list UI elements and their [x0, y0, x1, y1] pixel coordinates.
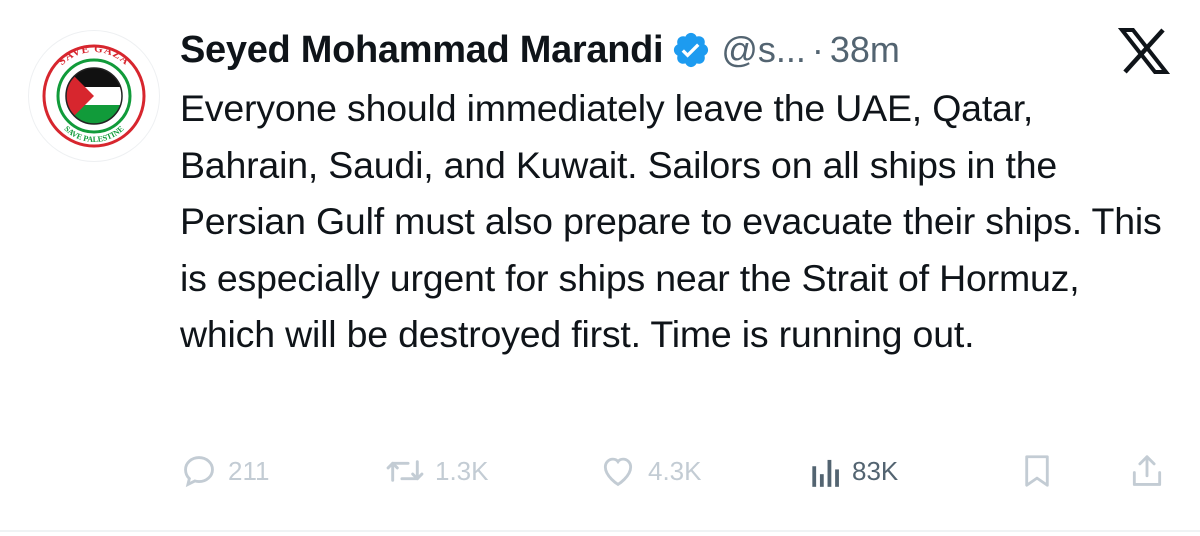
repost-button[interactable]: 1.3K	[385, 446, 489, 496]
like-button[interactable]: 4.3K	[598, 446, 702, 496]
tweet-header: Seyed Mohammad Marandi @s... · 38m	[180, 22, 900, 78]
action-bar: 211 1.3K 4.3K 83K	[180, 446, 1170, 496]
avatar[interactable]: SAVE GAZA SAVE PALESTINE	[28, 30, 160, 162]
divider	[0, 530, 1200, 532]
share-button[interactable]	[1128, 446, 1166, 496]
like-count: 4.3K	[648, 455, 702, 486]
verified-badge-icon[interactable]	[671, 30, 711, 70]
author-handle[interactable]: @s...	[721, 29, 806, 71]
views-icon	[808, 452, 842, 490]
reply-count: 211	[228, 455, 270, 486]
views-count: 83K	[852, 455, 899, 486]
reply-button[interactable]: 211	[180, 446, 269, 496]
tweet-text: Everyone should immediately leave the UA…	[180, 87, 1162, 355]
views-button[interactable]: 83K	[808, 446, 898, 496]
heart-icon	[598, 452, 638, 490]
timestamp[interactable]: 38m	[830, 29, 900, 71]
repost-count: 1.3K	[435, 455, 489, 486]
x-logo-icon[interactable]	[1117, 28, 1171, 74]
separator-dot: ·	[811, 29, 824, 70]
author-name[interactable]: Seyed Mohammad Marandi	[180, 29, 664, 72]
reply-icon	[180, 452, 218, 490]
repost-icon	[385, 452, 425, 490]
bookmark-button[interactable]	[1018, 446, 1056, 496]
bookmark-icon	[1018, 451, 1056, 491]
share-icon	[1128, 451, 1166, 491]
tweet-card[interactable]: SAVE GAZA SAVE PALESTINE Seyed Mohammad …	[0, 0, 1200, 536]
save-gaza-logo: SAVE GAZA SAVE PALESTINE	[42, 43, 146, 148]
